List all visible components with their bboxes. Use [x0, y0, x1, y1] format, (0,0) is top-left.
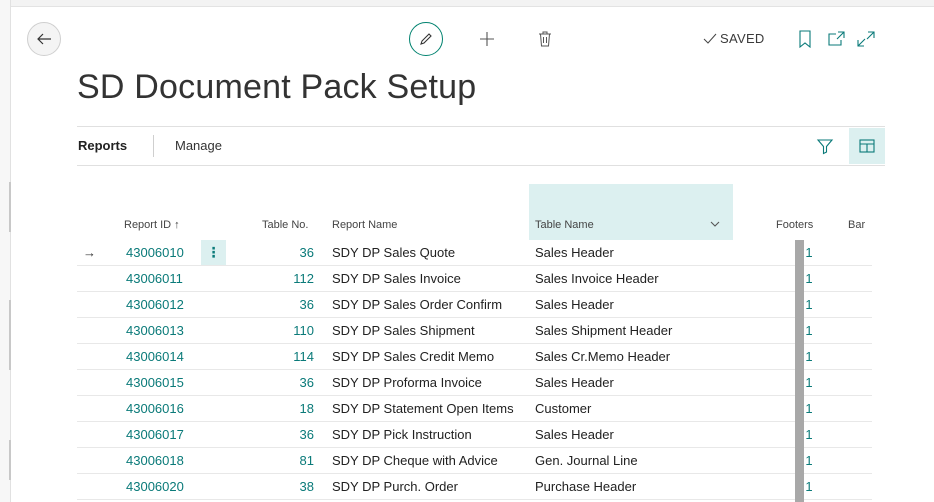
left-edge-marker: [9, 300, 11, 370]
report-name-cell[interactable]: SDY DP Proforma Invoice: [332, 375, 482, 390]
report-id-cell[interactable]: 43006010: [126, 245, 184, 260]
left-edge-marker: [9, 440, 11, 480]
bookmark-icon[interactable]: [797, 30, 813, 48]
report-id-cell[interactable]: 43006015: [126, 375, 184, 390]
back-button[interactable]: [27, 22, 61, 56]
table-name-cell[interactable]: Sales Shipment Header: [535, 323, 672, 338]
table-name-header-highlight: [529, 184, 733, 240]
popout-icon[interactable]: [827, 31, 845, 47]
report-name-cell[interactable]: SDY DP Pick Instruction: [332, 427, 472, 442]
chevron-down-icon[interactable]: [710, 220, 720, 228]
table-row[interactable]: → 43006010 ⋮ 36 SDY DP Sales Quote Sales…: [77, 240, 872, 266]
table-row[interactable]: 43006020 38 SDY DP Purch. Order Purchase…: [77, 474, 872, 500]
table-row[interactable]: 43006015 36 SDY DP Proforma Invoice Sale…: [77, 370, 872, 396]
report-name-cell[interactable]: SDY DP Sales Order Confirm: [332, 297, 502, 312]
report-name-cell[interactable]: SDY DP Statement Open Items: [332, 401, 514, 416]
report-id-cell[interactable]: 43006012: [126, 297, 184, 312]
table-name-cell[interactable]: Sales Header: [535, 375, 614, 390]
table-no-cell[interactable]: 36: [247, 427, 314, 442]
table-no-cell[interactable]: 38: [247, 479, 314, 494]
report-id-cell[interactable]: 43006014: [126, 349, 184, 364]
table-no-cell[interactable]: 114: [247, 349, 314, 364]
table-row[interactable]: 43006018 81 SDY DP Cheque with Advice Ge…: [77, 448, 872, 474]
table-name-cell[interactable]: Sales Header: [535, 245, 614, 260]
row-actions-button[interactable]: ⋮: [201, 240, 226, 265]
edit-pencil-icon: [420, 33, 432, 45]
saved-status: SAVED: [703, 31, 765, 46]
report-id-cell[interactable]: 43006011: [126, 271, 183, 286]
plus-icon: [480, 32, 494, 46]
table-name-cell[interactable]: Gen. Journal Line: [535, 453, 638, 468]
page-title: SD Document Pack Setup: [77, 68, 477, 106]
table-name-cell[interactable]: Sales Invoice Header: [535, 271, 659, 286]
tab-manage[interactable]: Manage: [175, 138, 222, 153]
action-tabs: Reports Manage: [77, 126, 885, 166]
table-no-cell[interactable]: 81: [247, 453, 314, 468]
column-header-table-name[interactable]: Table Name: [535, 219, 594, 231]
expand-icon[interactable]: [857, 31, 875, 47]
table-row[interactable]: 43006014 114 SDY DP Sales Credit Memo Sa…: [77, 344, 872, 370]
table-row[interactable]: 43006016 18 SDY DP Statement Open Items …: [77, 396, 872, 422]
new-button[interactable]: [476, 28, 498, 50]
table-no-cell[interactable]: 112: [247, 271, 314, 286]
tab-divider: [153, 135, 154, 157]
left-chrome-edge: [0, 0, 11, 502]
table-no-cell[interactable]: 110: [247, 323, 314, 338]
report-name-cell[interactable]: SDY DP Cheque with Advice: [332, 453, 498, 468]
report-name-cell[interactable]: SDY DP Purch. Order: [332, 479, 458, 494]
current-row-arrow-icon: →: [83, 245, 96, 260]
report-name-cell[interactable]: SDY DP Sales Credit Memo: [332, 349, 494, 364]
table-no-cell[interactable]: 36: [247, 245, 314, 260]
table-name-cell[interactable]: Sales Header: [535, 297, 614, 312]
table-name-cell[interactable]: Sales Cr.Memo Header: [535, 349, 670, 364]
delete-button[interactable]: [536, 28, 554, 50]
table-no-cell[interactable]: 36: [247, 297, 314, 312]
table-row[interactable]: 43006013 110 SDY DP Sales Shipment Sales…: [77, 318, 872, 344]
tab-reports[interactable]: Reports: [78, 138, 127, 153]
left-edge-marker: [9, 182, 11, 232]
table-no-cell[interactable]: 36: [247, 375, 314, 390]
report-id-cell[interactable]: 43006018: [126, 453, 184, 468]
table-name-cell[interactable]: Customer: [535, 401, 591, 416]
column-header-report-name[interactable]: Report Name: [332, 219, 397, 231]
table-row[interactable]: 43006011 112 SDY DP Sales Invoice Sales …: [77, 266, 872, 292]
column-header-table-no[interactable]: Table No.: [262, 219, 308, 231]
column-header-footers[interactable]: Footers: [776, 219, 813, 231]
reports-grid: Report ID ↑ Table No. Report Name Table …: [77, 184, 872, 502]
top-chrome-bar: [0, 0, 934, 7]
report-id-cell[interactable]: 43006013: [126, 323, 184, 338]
table-name-cell[interactable]: Sales Header: [535, 427, 614, 442]
checkmark-icon: [703, 33, 717, 44]
column-header-bar[interactable]: Bar: [848, 219, 865, 231]
saved-label: SAVED: [720, 31, 765, 46]
report-name-cell[interactable]: SDY DP Sales Invoice: [332, 271, 461, 286]
back-arrow-icon: [37, 33, 51, 45]
table-row[interactable]: 43006012 36 SDY DP Sales Order Confirm S…: [77, 292, 872, 318]
trash-icon: [539, 31, 551, 47]
filter-icon[interactable]: [816, 137, 834, 155]
grid-header: Report ID ↑ Table No. Report Name Table …: [77, 184, 872, 240]
report-id-cell[interactable]: 43006016: [126, 401, 184, 416]
report-name-cell[interactable]: SDY DP Sales Quote: [332, 245, 455, 260]
report-id-cell[interactable]: 43006020: [126, 479, 184, 494]
edit-button[interactable]: [409, 22, 443, 56]
grid-scrollbar[interactable]: [795, 240, 804, 502]
report-id-cell[interactable]: 43006017: [126, 427, 184, 442]
layout-toggle-button[interactable]: [849, 128, 885, 164]
table-no-cell[interactable]: 18: [247, 401, 314, 416]
column-header-report-id[interactable]: Report ID ↑: [124, 219, 180, 231]
layout-icon: [859, 139, 875, 153]
table-name-cell[interactable]: Purchase Header: [535, 479, 636, 494]
report-name-cell[interactable]: SDY DP Sales Shipment: [332, 323, 475, 338]
table-row[interactable]: 43006017 36 SDY DP Pick Instruction Sale…: [77, 422, 872, 448]
